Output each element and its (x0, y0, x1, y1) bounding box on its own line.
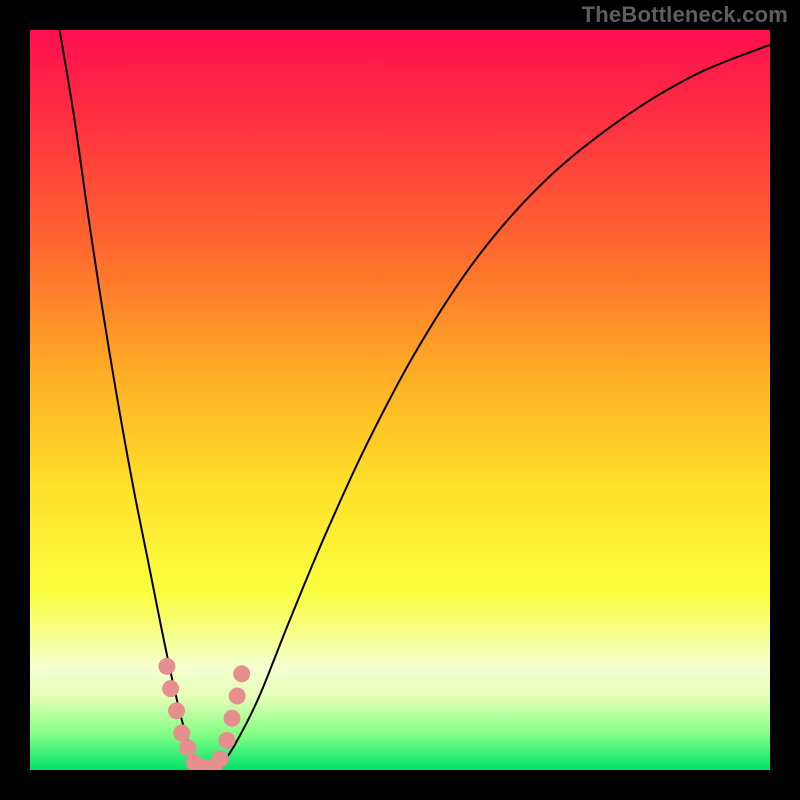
data-dot (229, 688, 246, 705)
data-dot (179, 739, 196, 756)
data-dot (212, 750, 229, 767)
data-dot (162, 680, 179, 697)
data-dot (224, 710, 241, 727)
data-dot (233, 665, 250, 682)
chart-frame: TheBottleneck.com (0, 0, 800, 800)
data-dot (158, 658, 175, 675)
data-dot (168, 702, 185, 719)
data-dot (218, 732, 235, 749)
watermark-text: TheBottleneck.com (582, 2, 788, 28)
gradient-background (30, 30, 770, 770)
bottleneck-chart (0, 0, 800, 800)
data-dot (173, 725, 190, 742)
